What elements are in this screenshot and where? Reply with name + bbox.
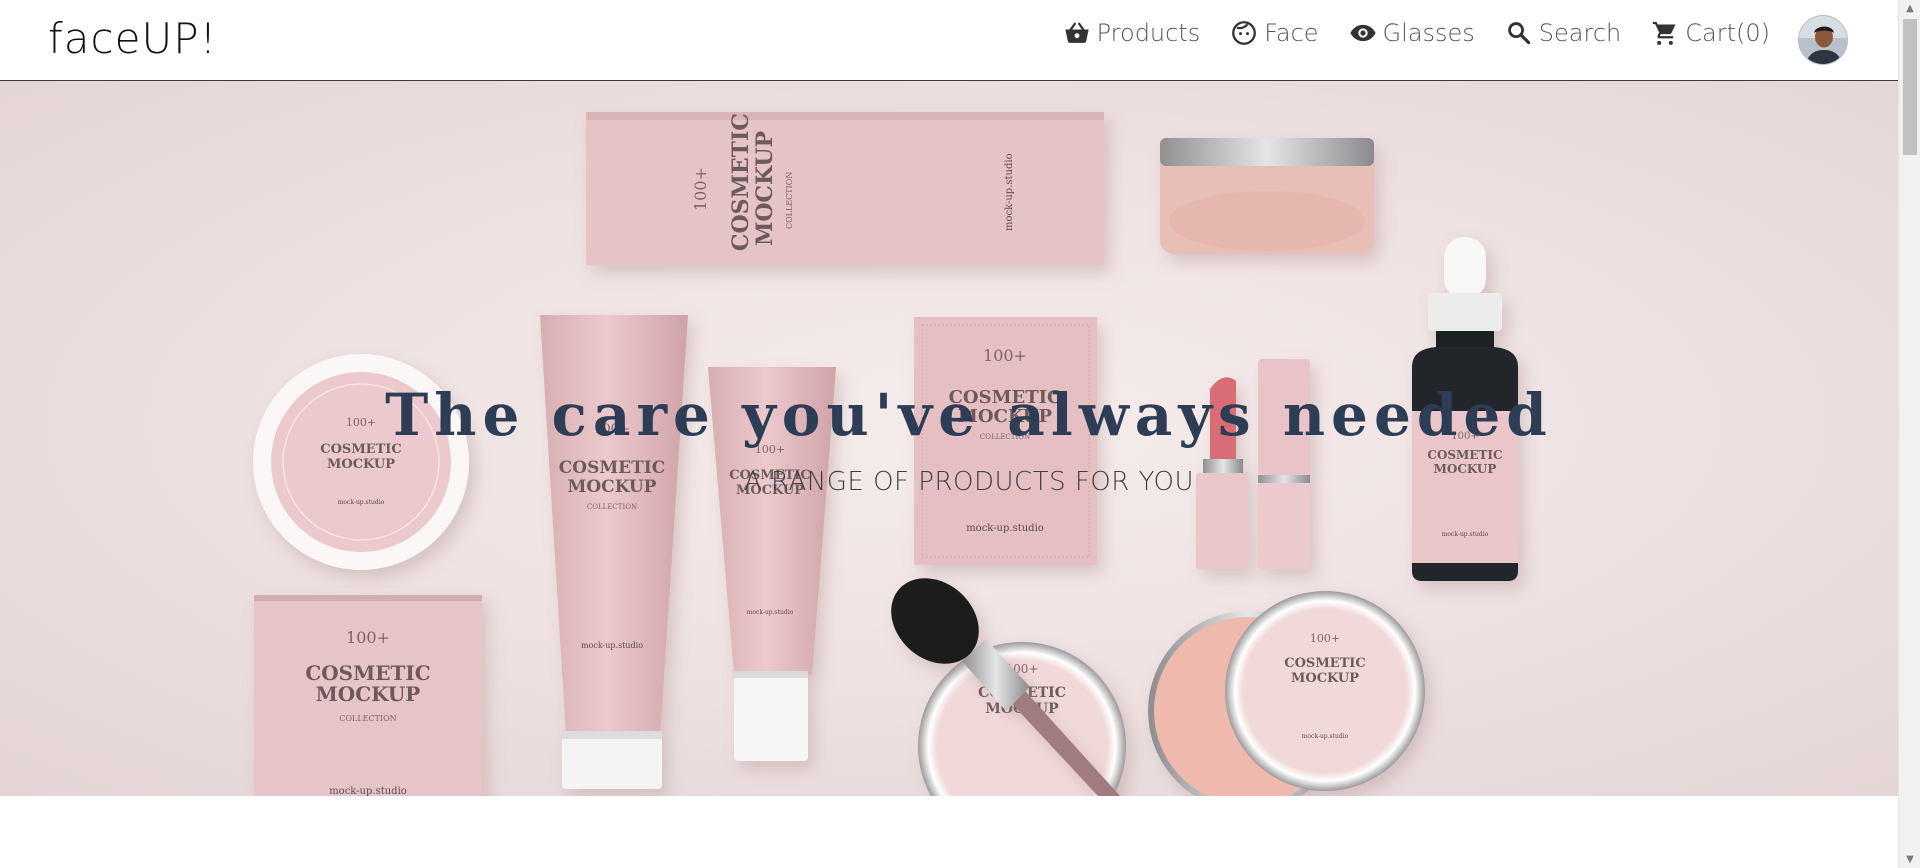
product-box-square: 100+ COSMETIC MOCKUP COLLECTION mock-up.… bbox=[254, 595, 482, 796]
svg-text:COLLECTION: COLLECTION bbox=[339, 714, 396, 723]
nav-item-label: Cart(0) bbox=[1685, 19, 1770, 47]
svg-text:100+: 100+ bbox=[1310, 632, 1340, 645]
box-collection: COLLECTION bbox=[785, 172, 794, 229]
page-scrollbar[interactable]: ▲ ▼ bbox=[1898, 0, 1920, 868]
search-icon bbox=[1505, 19, 1533, 47]
svg-text:mock-up.studio: mock-up.studio bbox=[1442, 531, 1489, 538]
product-tin-right: 100+ COSMETIC MOCKUP mock-up.studio bbox=[1148, 591, 1425, 796]
box-name-2: MOCKUP bbox=[752, 131, 778, 246]
navbar: faceUP! Products Face Glasses Search Car… bbox=[0, 0, 1898, 81]
scrollbar-thumb[interactable] bbox=[1903, 19, 1917, 155]
svg-text:COLLECTION: COLLECTION bbox=[587, 503, 637, 511]
nav-item-label: Products bbox=[1096, 19, 1201, 47]
user-avatar[interactable] bbox=[1798, 15, 1848, 65]
svg-text:COSMETIC: COSMETIC bbox=[1284, 656, 1365, 671]
product-box-large: 100+ COSMETIC MOCKUP COLLECTION mock-up.… bbox=[586, 112, 1104, 265]
nav-item-label: Glasses bbox=[1382, 19, 1475, 47]
hero-banner: 100+ COSMETIC MOCKUP COLLECTION mock-up.… bbox=[0, 81, 1898, 796]
svg-text:mock-up.studio: mock-up.studio bbox=[1302, 733, 1349, 740]
svg-text:mock-up.studio: mock-up.studio bbox=[581, 641, 643, 650]
scroll-down-arrow-icon[interactable]: ▼ bbox=[1899, 851, 1920, 868]
basket-icon bbox=[1063, 19, 1091, 47]
box-studio: mock-up.studio bbox=[1004, 153, 1015, 231]
svg-text:100+: 100+ bbox=[983, 346, 1027, 365]
nav-item-glasses[interactable]: Glasses bbox=[1349, 19, 1475, 47]
box-name-1: COSMETIC bbox=[728, 113, 754, 251]
avatar-icon bbox=[1799, 16, 1847, 64]
cart-icon bbox=[1651, 19, 1679, 47]
box-count: 100+ bbox=[691, 167, 710, 211]
svg-text:mock-up.studio: mock-up.studio bbox=[329, 786, 407, 796]
svg-text:MOCKUP: MOCKUP bbox=[1291, 671, 1359, 686]
brand-logo[interactable]: faceUP! bbox=[48, 14, 217, 63]
nav-item-label: Face bbox=[1264, 19, 1319, 47]
hero-subtitle: A RANGE OF PRODUCTS FOR YOU bbox=[743, 467, 1195, 497]
svg-text:MOCKUP: MOCKUP bbox=[316, 682, 421, 706]
nav-item-cart[interactable]: Cart(0) bbox=[1651, 19, 1770, 47]
product-jar bbox=[1160, 138, 1374, 254]
svg-text:mock-up.studio: mock-up.studio bbox=[338, 499, 385, 506]
nav-item-search[interactable]: Search bbox=[1505, 19, 1621, 47]
nav-item-label: Search bbox=[1538, 19, 1622, 47]
nav-item-face[interactable]: Face bbox=[1230, 19, 1319, 47]
svg-text:mock-up.studio: mock-up.studio bbox=[966, 523, 1044, 534]
scroll-up-arrow-icon[interactable]: ▲ bbox=[1899, 0, 1920, 17]
face-icon bbox=[1230, 19, 1258, 47]
svg-text:mock-up.studio: mock-up.studio bbox=[747, 609, 794, 616]
svg-text:100+: 100+ bbox=[346, 628, 390, 647]
hero-title: The care you've always needed bbox=[385, 381, 1553, 449]
nav-item-products[interactable]: Products bbox=[1063, 19, 1201, 47]
eye-icon bbox=[1349, 19, 1377, 47]
svg-text:COSMETIC: COSMETIC bbox=[1427, 448, 1502, 462]
nav-links: Products Face Glasses Search Cart(0) bbox=[1063, 16, 1770, 50]
